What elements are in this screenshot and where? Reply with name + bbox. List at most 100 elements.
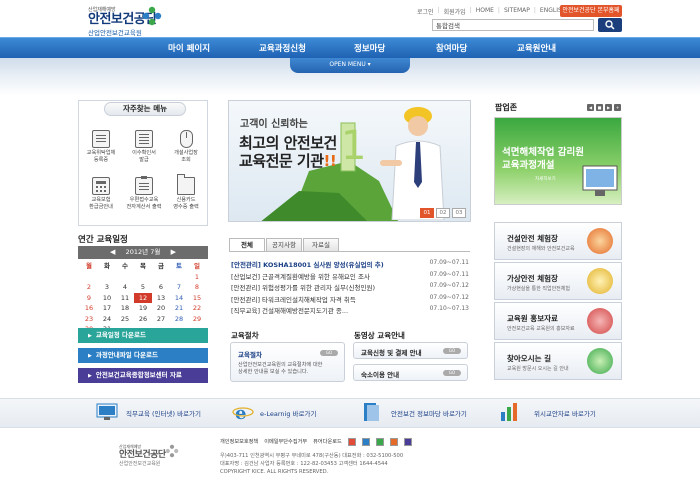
side-link-directions[interactable]: 찾아오시는 길 교육원 방문시 오시는 길 안내 bbox=[494, 342, 622, 380]
open-menu-button[interactable]: OPEN MENU ▾ bbox=[290, 58, 410, 73]
brochure-icon bbox=[587, 308, 613, 334]
download-course-guide-button[interactable]: 과정안내파일 다운로드 bbox=[78, 348, 208, 363]
ppt-viewer-icon[interactable] bbox=[389, 438, 398, 446]
edu-guide-box[interactable]: 교육절차 GO 산업안전보건교육원의 교육절차에 대한 상세한 안내를 보실 수… bbox=[230, 342, 345, 382]
info-portal-link[interactable]: 안전보건 정보마당 바로가기 bbox=[391, 408, 467, 418]
next-month-icon[interactable]: ▶ bbox=[171, 246, 176, 259]
banner-page-2[interactable]: 02 bbox=[436, 208, 450, 218]
calendar-day[interactable]: 6 bbox=[152, 282, 170, 293]
nav-course-apply[interactable]: 교육과정신청 bbox=[259, 42, 306, 54]
video-guide-item-apply[interactable]: 교육신청 및 결제 안내 GO bbox=[353, 342, 468, 359]
side-link-virtual[interactable]: 가상안전 체험장 가상현실을 통한 직업안전체험 bbox=[494, 262, 622, 300]
calendar-day[interactable]: 7 bbox=[170, 282, 188, 293]
list-item[interactable]: [안전관리] 위험성평가를 위한 관리자 실무(신청인원) 07.09~07.1… bbox=[231, 282, 471, 294]
hwp-viewer-icon[interactable] bbox=[361, 438, 370, 446]
excel-viewer-icon[interactable] bbox=[375, 438, 384, 446]
no-email-collection-link[interactable]: 이메일무단수집거부 bbox=[264, 438, 307, 446]
list-item[interactable]: [안전관리] KOSHA18001 심사원 양성(유실업의 추) 07.09~0… bbox=[231, 259, 471, 271]
calendar-day[interactable]: 18 bbox=[116, 303, 134, 314]
calendar-day[interactable]: 2 bbox=[80, 282, 98, 293]
banner-page-1[interactable]: 01 bbox=[420, 208, 434, 218]
calendar-day[interactable]: 8 bbox=[188, 282, 206, 293]
sitemap-link[interactable]: SITEMAP bbox=[504, 7, 530, 17]
list-item[interactable]: [직무교육] 건설재해예방전문지도기관 종... 07.10~07.13 bbox=[231, 305, 471, 317]
download-schedule-button[interactable]: 교육일정 다운로드 bbox=[78, 328, 208, 343]
quick-item-certificate[interactable]: 교육위탁업체 등록증 bbox=[79, 130, 123, 163]
list-item[interactable]: [안전관리] 타워크레인설치해체작업 자격 취득 07.09~07.12 bbox=[231, 294, 471, 306]
calendar-day[interactable]: 23 bbox=[80, 314, 98, 325]
nav-info[interactable]: 정보마당 bbox=[354, 42, 385, 54]
list-item[interactable]: [산업보건] 근골격계질환예방을 위한 유해요인 조사 07.09~07.11 bbox=[231, 271, 471, 283]
edu-guide-go[interactable]: GO bbox=[320, 350, 338, 356]
elearning-link[interactable]: e-Learnig 바로가기 bbox=[260, 408, 316, 418]
privacy-policy-link[interactable]: 개인정보보호정책 bbox=[220, 438, 258, 446]
side-link-construction[interactable]: 건설안전 체험장 건설현장의 재해와 안전보건교육 bbox=[494, 222, 622, 260]
popup-stop-icon[interactable]: ■ bbox=[596, 104, 603, 111]
popup-more-icon[interactable]: + bbox=[614, 104, 621, 111]
calendar-day[interactable]: 19 bbox=[134, 303, 152, 314]
calendar-day[interactable]: 17 bbox=[98, 303, 116, 314]
search-button[interactable] bbox=[598, 18, 622, 32]
nav-about[interactable]: 교육원안내 bbox=[517, 42, 556, 54]
calendar-day[interactable]: 24 bbox=[98, 314, 116, 325]
calendar-day[interactable]: 1 bbox=[188, 272, 206, 283]
calendar-day[interactable]: 25 bbox=[116, 314, 134, 325]
news-title: [직무교육] 건설재해예방전문지도기관 종... bbox=[231, 307, 349, 315]
popup-next-icon[interactable]: ▶ bbox=[605, 104, 612, 111]
side-link-title: 교육원 홍보자료 bbox=[507, 314, 558, 323]
word-viewer-icon[interactable] bbox=[403, 438, 412, 446]
calendar-day[interactable]: 4 bbox=[116, 282, 134, 293]
kosha-home-link[interactable]: 안전보건공단 본부홈페이지 bbox=[560, 5, 622, 26]
calendar-day[interactable]: 5 bbox=[134, 282, 152, 293]
calendar-day[interactable]: 22 bbox=[188, 303, 206, 314]
video-guide-go[interactable]: GO bbox=[443, 370, 461, 376]
calendar-day[interactable]: 9 bbox=[80, 293, 98, 304]
prev-month-icon[interactable]: ◀ bbox=[110, 246, 115, 259]
side-link-promo[interactable]: 교육원 홍보자료 안전보건교육 교육원의 홍보자료 bbox=[494, 302, 622, 340]
tab-archive[interactable]: 자료실 bbox=[303, 238, 339, 251]
calendar-day[interactable]: 3 bbox=[98, 282, 116, 293]
popup-controls: ◀ ■ ▶ + bbox=[587, 104, 621, 111]
video-guide-item-lodging[interactable]: 숙소이용 안내 GO bbox=[353, 364, 468, 381]
calendar-day[interactable]: 27 bbox=[152, 314, 170, 325]
login-link[interactable]: 로그인 bbox=[417, 7, 434, 17]
popup-prev-icon[interactable]: ◀ bbox=[587, 104, 594, 111]
tab-all[interactable]: 전체 bbox=[229, 238, 265, 251]
news-date: 07.09~07.11 bbox=[429, 270, 469, 278]
quick-item-invoice[interactable]: 우편접수교육 전자계산서 출력 bbox=[122, 176, 166, 210]
safety-info-center-button[interactable]: 안전보건교육종합정보센터 자료 bbox=[78, 368, 208, 383]
quick-item-completion[interactable]: 이수확인서 발급 bbox=[122, 130, 166, 163]
calendar-day[interactable]: 11 bbox=[116, 293, 134, 304]
pdf-viewer-icon[interactable] bbox=[347, 438, 356, 446]
calendar-day[interactable]: 14 bbox=[170, 293, 188, 304]
online-course-link[interactable]: 직무교육 (인터넷) 바로가기 bbox=[126, 408, 201, 418]
calendar-day[interactable]: 21 bbox=[170, 303, 188, 314]
quick-item-worksite[interactable]: 개설사업장 조회 bbox=[164, 130, 208, 163]
calendar-day[interactable]: 12 bbox=[134, 292, 152, 303]
footer-logo-sub: 산업안전보건교육원 bbox=[119, 461, 161, 467]
calendar-day[interactable]: 28 bbox=[170, 314, 188, 325]
tab-notice[interactable]: 공지사항 bbox=[266, 238, 302, 251]
calendar-day[interactable]: 13 bbox=[152, 293, 170, 304]
dow-cell: 일 bbox=[194, 262, 200, 270]
site-logo[interactable]: 산업재해예방 안전보건공단 산업안전보건교육원 bbox=[88, 6, 198, 38]
materials-link[interactable]: 위시교안자료 바로가기 bbox=[534, 408, 596, 418]
calendar-day[interactable]: 20 bbox=[152, 303, 170, 314]
signup-link[interactable]: 회원가입 bbox=[444, 7, 466, 17]
quick-item-refund[interactable]: 교육보험 환급금안내 bbox=[79, 177, 123, 210]
calendar-day[interactable]: 16 bbox=[80, 303, 98, 314]
calendar-day[interactable]: 10 bbox=[98, 293, 116, 304]
video-guide-go[interactable]: GO bbox=[443, 348, 461, 354]
banner-page-3[interactable]: 03 bbox=[452, 208, 466, 218]
edu-guide-desc-1: 산업안전보건교육원의 교육절차에 대한 bbox=[238, 362, 323, 368]
quick-item-receipt[interactable]: 신용카드 영수증 출력 bbox=[164, 174, 208, 210]
search-input[interactable] bbox=[432, 19, 594, 31]
nav-my-page[interactable]: 마이 페이지 bbox=[168, 42, 210, 54]
calendar-day[interactable]: 29 bbox=[188, 314, 206, 325]
calendar-day[interactable]: 15 bbox=[188, 293, 206, 304]
nav-participate[interactable]: 참여마당 bbox=[436, 42, 467, 54]
dow-cell: 토 bbox=[176, 262, 182, 270]
home-link[interactable]: HOME bbox=[476, 7, 494, 17]
viewer-download-link[interactable]: 뷰어다운로드 bbox=[313, 438, 342, 446]
calendar-day[interactable]: 26 bbox=[134, 314, 152, 325]
